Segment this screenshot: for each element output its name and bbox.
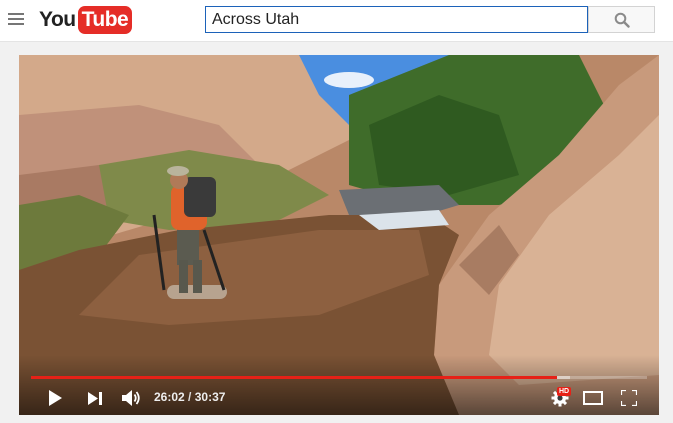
volume-button[interactable] [117,383,147,413]
time-separator: / [184,390,195,404]
search-icon [614,12,630,28]
video-player[interactable]: 26:02 / 30:37 HD [19,55,659,415]
fullscreen-button[interactable] [614,383,644,413]
hamburger-menu-icon[interactable] [8,13,24,27]
volume-icon [122,390,140,406]
theater-mode-button[interactable] [578,383,608,413]
settings-button[interactable]: HD [545,383,575,413]
duration: 30:37 [194,390,226,404]
theater-mode-icon [583,391,603,405]
search-button[interactable] [588,6,655,33]
logo-you-text: You [39,8,76,31]
search-box[interactable] [205,6,588,33]
progress-bar[interactable] [31,376,647,379]
search-input[interactable] [206,7,587,32]
play-icon [49,390,62,406]
logo-tube-text: Tube [77,6,133,34]
masthead: You Tube [0,0,673,42]
next-icon [88,391,102,405]
progress-played [31,376,558,379]
player-controls: 26:02 / 30:37 HD [19,383,659,413]
time-display: 26:02 / 30:37 [154,383,225,413]
hd-badge: HD [557,387,572,396]
next-button[interactable] [79,383,111,413]
current-time: 26:02 [154,390,185,404]
play-button[interactable] [39,383,71,413]
fullscreen-icon [621,390,637,406]
youtube-logo[interactable]: You Tube [39,6,133,34]
